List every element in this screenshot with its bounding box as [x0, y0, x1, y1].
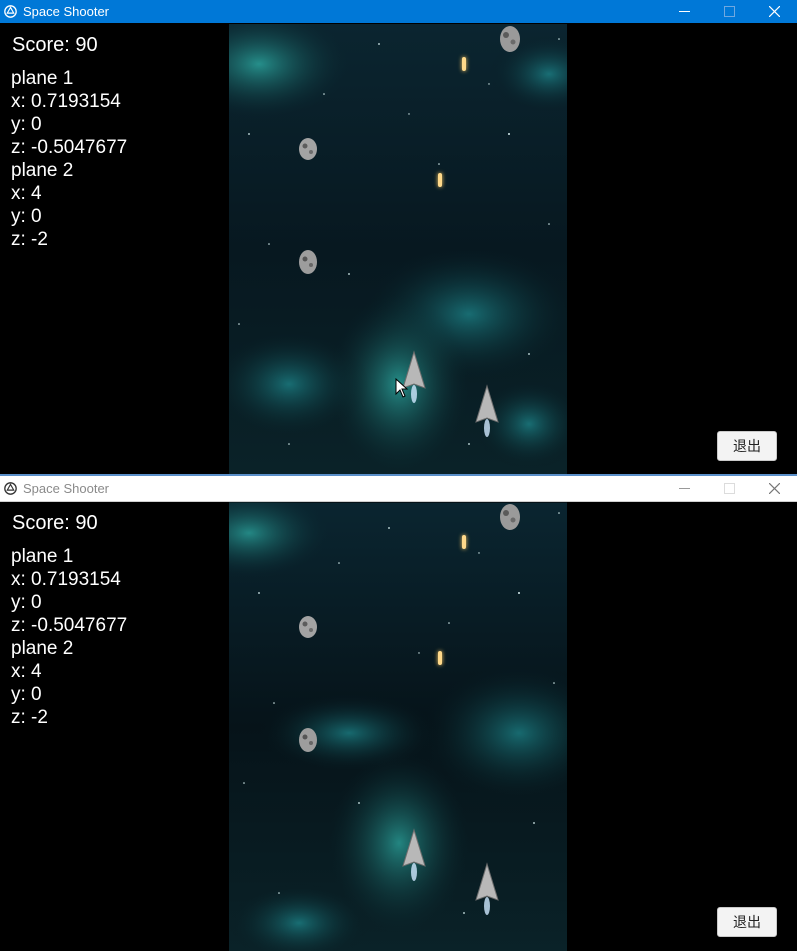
plane-2-x: x: 4	[11, 183, 42, 204]
plane-info: plane 1 x: 0.7193154 y: 0 z: -0.5047677 …	[11, 545, 127, 729]
asteroid	[500, 504, 520, 530]
minimize-icon	[679, 488, 690, 489]
maximize-button[interactable]	[707, 476, 752, 501]
game-content: Score: 90 plane 1 x: 0.7193154 y: 0 z: -…	[0, 502, 797, 951]
score-label: Score: 90	[12, 512, 98, 534]
plane-1-z: z: -0.5047677	[11, 615, 128, 636]
game-window-2: Space Shooter Score: 90 plane 1 x: 0.719…	[0, 476, 797, 951]
game-content: Score: 90 plane 1 x: 0.7193154 y: 0 z: -…	[0, 24, 797, 475]
close-button[interactable]	[752, 0, 797, 23]
bullet	[438, 651, 442, 665]
asteroid	[299, 616, 317, 638]
maximize-icon	[724, 483, 735, 494]
plane-1-x: x: 0.7193154	[11, 569, 121, 590]
plane-2-y: y: 0	[11, 684, 42, 705]
close-icon	[769, 6, 780, 17]
bullet	[462, 535, 466, 549]
hud-panel: Score: 90 plane 1 x: 0.7193154 y: 0 z: -…	[11, 34, 127, 251]
plane-1-y: y: 0	[11, 592, 42, 613]
game-viewport[interactable]	[229, 502, 567, 951]
maximize-button[interactable]	[707, 0, 752, 23]
bullet	[462, 57, 466, 71]
minimize-icon	[679, 11, 690, 12]
asteroid	[299, 728, 317, 752]
player-ship-1	[402, 828, 426, 881]
plane-1-x: x: 0.7193154	[11, 91, 121, 112]
close-icon	[769, 483, 780, 494]
game-window-1: Space Shooter Score: 90 plane 1 x: 0.719…	[0, 0, 797, 475]
exit-button[interactable]: 退出	[717, 431, 777, 461]
plane-1-label: plane 1	[11, 68, 74, 89]
close-button[interactable]	[752, 476, 797, 501]
minimize-button[interactable]	[662, 476, 707, 501]
maximize-icon	[724, 6, 735, 17]
plane-2-z: z: -2	[11, 707, 48, 728]
plane-2-x: x: 4	[11, 661, 42, 682]
window-title: Space Shooter	[23, 481, 110, 496]
title-bar[interactable]: Space Shooter	[0, 476, 797, 502]
unity-icon	[4, 5, 17, 18]
unity-icon	[4, 482, 17, 495]
plane-1-z: z: -0.5047677	[11, 137, 128, 158]
plane-1-y: y: 0	[11, 114, 42, 135]
game-viewport[interactable]	[229, 24, 567, 475]
plane-2-label: plane 2	[11, 638, 74, 659]
plane-1-label: plane 1	[11, 546, 74, 567]
player-ship-2	[475, 862, 499, 915]
plane-2-label: plane 2	[11, 160, 74, 181]
mouse-cursor-icon	[395, 378, 409, 398]
exit-button[interactable]: 退出	[717, 907, 777, 937]
bullet	[438, 173, 442, 187]
plane-2-z: z: -2	[11, 229, 48, 250]
nebula-background	[229, 24, 567, 475]
asteroid	[299, 138, 317, 160]
hud-panel: Score: 90 plane 1 x: 0.7193154 y: 0 z: -…	[11, 512, 127, 729]
title-bar[interactable]: Space Shooter	[0, 0, 797, 23]
window-title: Space Shooter	[23, 4, 110, 19]
asteroid	[299, 250, 317, 274]
score-label: Score: 90	[12, 34, 98, 56]
plane-2-y: y: 0	[11, 206, 42, 227]
asteroid	[500, 26, 520, 52]
nebula-background	[229, 502, 567, 951]
plane-info: plane 1 x: 0.7193154 y: 0 z: -0.5047677 …	[11, 67, 127, 251]
minimize-button[interactable]	[662, 0, 707, 23]
player-ship-2	[475, 384, 499, 437]
